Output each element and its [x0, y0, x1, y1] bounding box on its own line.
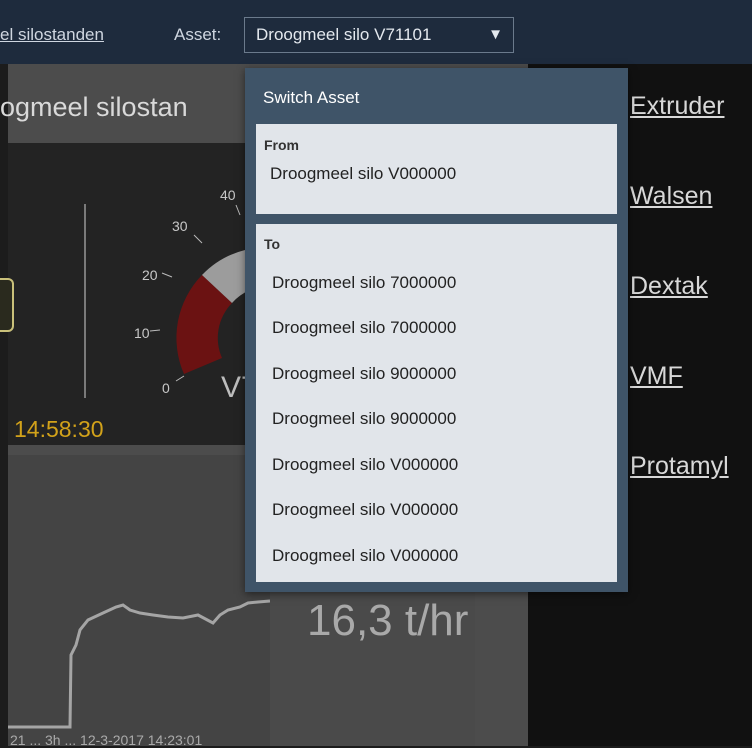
asset-option[interactable]: Droogmeel silo 9000000 — [260, 354, 613, 394]
asset-option[interactable]: Droogmeel silo V000000 — [260, 536, 613, 576]
gauge-tick-0: 0 — [162, 380, 170, 396]
to-section: To Droogmeel silo 7000000 Droogmeel silo… — [256, 224, 617, 582]
breadcrumb-link[interactable]: el silostanden — [0, 25, 104, 45]
gauge-tick-30: 30 — [172, 218, 188, 234]
gauge-tick-20: 20 — [142, 267, 158, 283]
chevron-down-icon: ▼ — [488, 26, 503, 43]
asset-selected-value: Droogmeel silo V71101 — [256, 25, 432, 44]
asset-option[interactable]: Droogmeel silo V000000 — [260, 445, 613, 485]
asset-option[interactable]: Droogmeel silo 9000000 — [260, 399, 613, 439]
asset-select[interactable]: Droogmeel silo V71101 ▼ — [244, 17, 514, 53]
nav-link-walsen[interactable]: Walsen — [630, 182, 712, 211]
panel-title: ogmeel silostan — [0, 92, 188, 122]
asset-option[interactable]: Droogmeel silo 7000000 — [260, 263, 613, 303]
from-value: Droogmeel silo V000000 — [270, 164, 457, 183]
nav-link-dextak[interactable]: Dextak — [630, 272, 708, 301]
asset-option[interactable]: Droogmeel silo 7000000 — [260, 308, 613, 348]
from-heading: From — [264, 137, 299, 153]
asset-option[interactable]: Droogmeel silo V000000 — [260, 490, 613, 530]
popup-title: Switch Asset — [263, 88, 360, 107]
from-section: From Droogmeel silo V000000 — [256, 124, 617, 214]
to-heading: To — [264, 236, 281, 252]
trend-line — [8, 599, 270, 729]
flow-value: 16,3 t/hr — [307, 596, 469, 645]
nav-link-extruder[interactable]: Extruder — [630, 92, 724, 121]
gauge-tick-40: 40 — [220, 187, 236, 203]
nav-link-vmf[interactable]: VMF — [630, 362, 683, 391]
timestamp: 14:58:30 — [14, 416, 104, 442]
gauge-tick-10: 10 — [134, 325, 150, 341]
switch-asset-popup: Switch Asset From Droogmeel silo V000000… — [245, 68, 628, 592]
nav-link-protamyl[interactable]: Protamyl — [630, 452, 729, 481]
asset-label: Asset: — [174, 25, 222, 44]
